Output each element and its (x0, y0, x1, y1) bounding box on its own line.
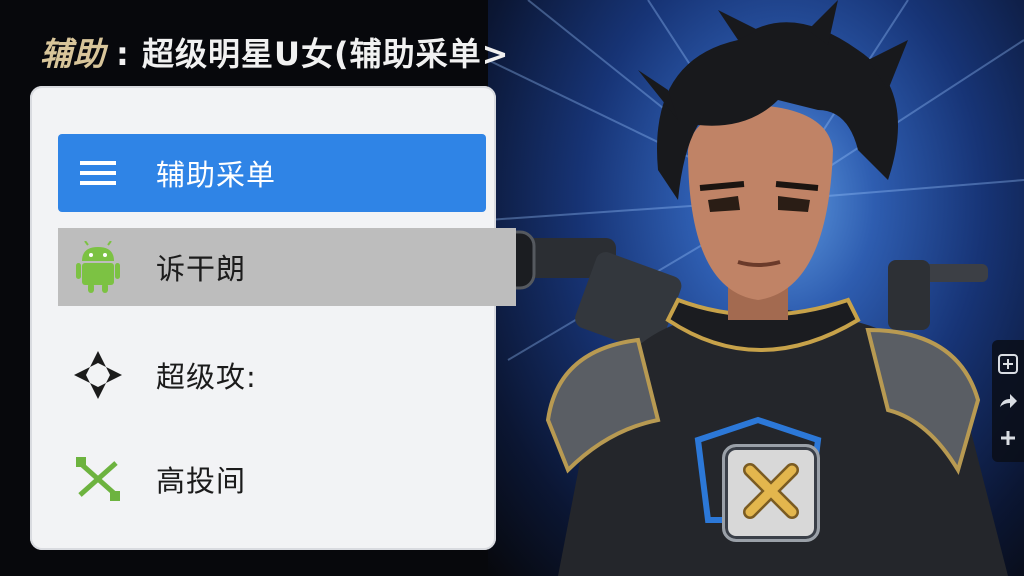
close-x-icon (740, 460, 802, 526)
title-text: : 超级明星U女(辅助采单> (116, 35, 510, 73)
hamburger-icon (58, 134, 138, 212)
android-icon (58, 228, 138, 306)
menu-item-label: 辅助采单 (156, 158, 277, 192)
title-prefix: 辅助 (40, 35, 107, 73)
menu-item-android[interactable]: 诉干朗 (58, 228, 516, 306)
menu-item-super-attack[interactable]: 超级攻: (58, 336, 486, 414)
menu-item-label: 诉干朗 (156, 252, 247, 286)
menu-item-label: 超级攻: (156, 360, 257, 394)
close-button[interactable] (722, 444, 820, 542)
menu-item-high-throw[interactable]: 高投间 (58, 440, 486, 518)
green-arrows-icon (58, 440, 138, 518)
page-title: 辅助 : 超级明星U女(辅助采单> (40, 28, 509, 76)
menu-item-label: 高投间 (156, 464, 247, 498)
game-screen: 辅助 : 超级明星U女(辅助采单> 辅助采单 诉干朗 超级攻: 高投间 (0, 0, 1024, 576)
diamond-cross-icon (58, 336, 138, 414)
plus-icon[interactable] (996, 426, 1020, 450)
plus-square-icon[interactable] (996, 352, 1020, 376)
side-toolbar (992, 340, 1024, 462)
share-arrow-icon[interactable] (996, 389, 1020, 413)
assist-menu-panel: 辅助采单 诉干朗 超级攻: 高投间 (30, 86, 516, 550)
menu-item-assist-menu[interactable]: 辅助采单 (58, 134, 486, 212)
